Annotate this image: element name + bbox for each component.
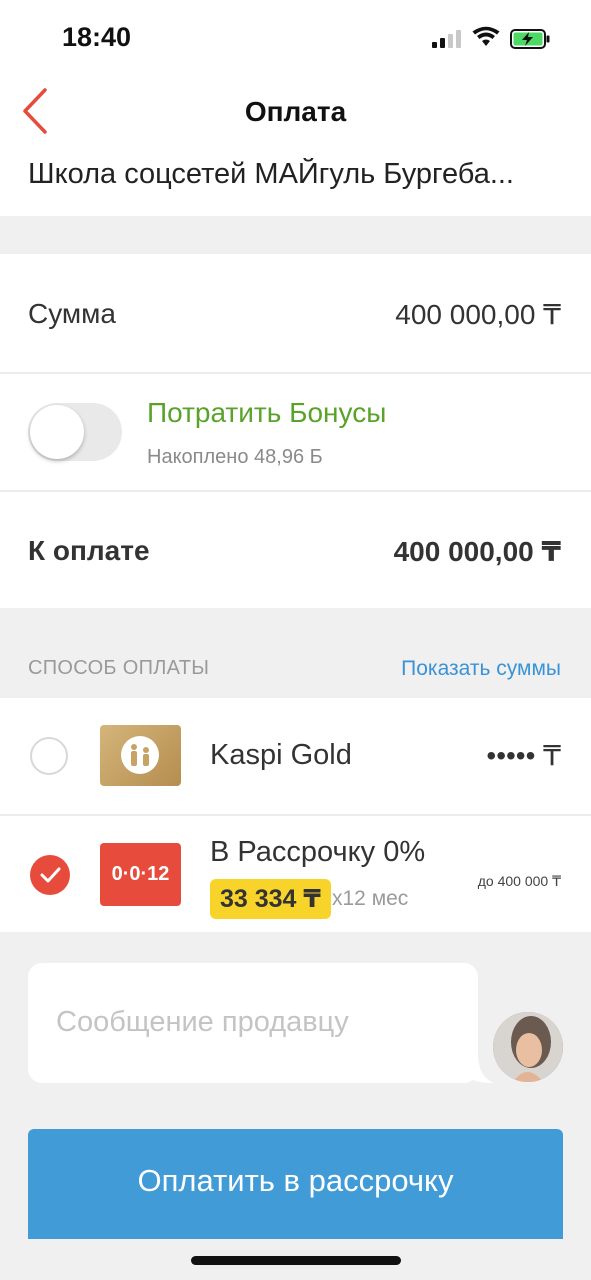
- kaspi-gold-amount: ••••• ₸: [486, 740, 561, 771]
- merchant-name: Школа соцсетей МАЙгуль Бургеба...: [28, 158, 514, 190]
- amount-value: 400 000,00 ₸: [395, 299, 561, 330]
- installment-card-icon: 0·0·12: [100, 843, 181, 906]
- installment-limit: до 400 000 ₸: [477, 873, 561, 889]
- signal-icon: [432, 30, 462, 48]
- kaspi-gold-radio[interactable]: [30, 737, 68, 775]
- bonus-toggle-knob: [30, 405, 84, 459]
- kaspi-gold-card-icon: [100, 725, 181, 786]
- status-time: 18:40: [62, 22, 132, 52]
- seller-avatar: [493, 1012, 563, 1082]
- battery-charging-icon: [510, 29, 550, 49]
- wifi-icon: [472, 26, 500, 46]
- page-title: Оплата: [244, 96, 347, 127]
- check-icon: [40, 867, 61, 883]
- bonus-accumulated: Накоплено 48,96 Б: [147, 446, 323, 468]
- installment-monthly-amount: 33 334 ₸: [210, 879, 331, 919]
- total-value: 400 000,00 ₸: [393, 536, 561, 567]
- installment-radio-checked[interactable]: [30, 855, 70, 895]
- bonus-title: Потратить Бонусы: [147, 397, 387, 428]
- amount-label: Сумма: [28, 298, 116, 329]
- installment-name: В Рассрочку 0%: [210, 836, 426, 868]
- pay-button-label: Оплатить в рассрочку: [137, 1163, 454, 1198]
- message-placeholder: Сообщение продавцу: [56, 1006, 349, 1038]
- kaspi-gold-name: Kaspi Gold: [210, 739, 352, 771]
- message-bubble-tail: [462, 1058, 494, 1084]
- home-indicator: [191, 1256, 401, 1265]
- installment-months: x12 мес: [332, 887, 409, 910]
- total-label: К оплате: [28, 535, 150, 566]
- show-sums-link[interactable]: Показать суммы: [330, 657, 561, 681]
- payment-section-label: СПОСОБ ОПЛАТЫ: [28, 657, 210, 679]
